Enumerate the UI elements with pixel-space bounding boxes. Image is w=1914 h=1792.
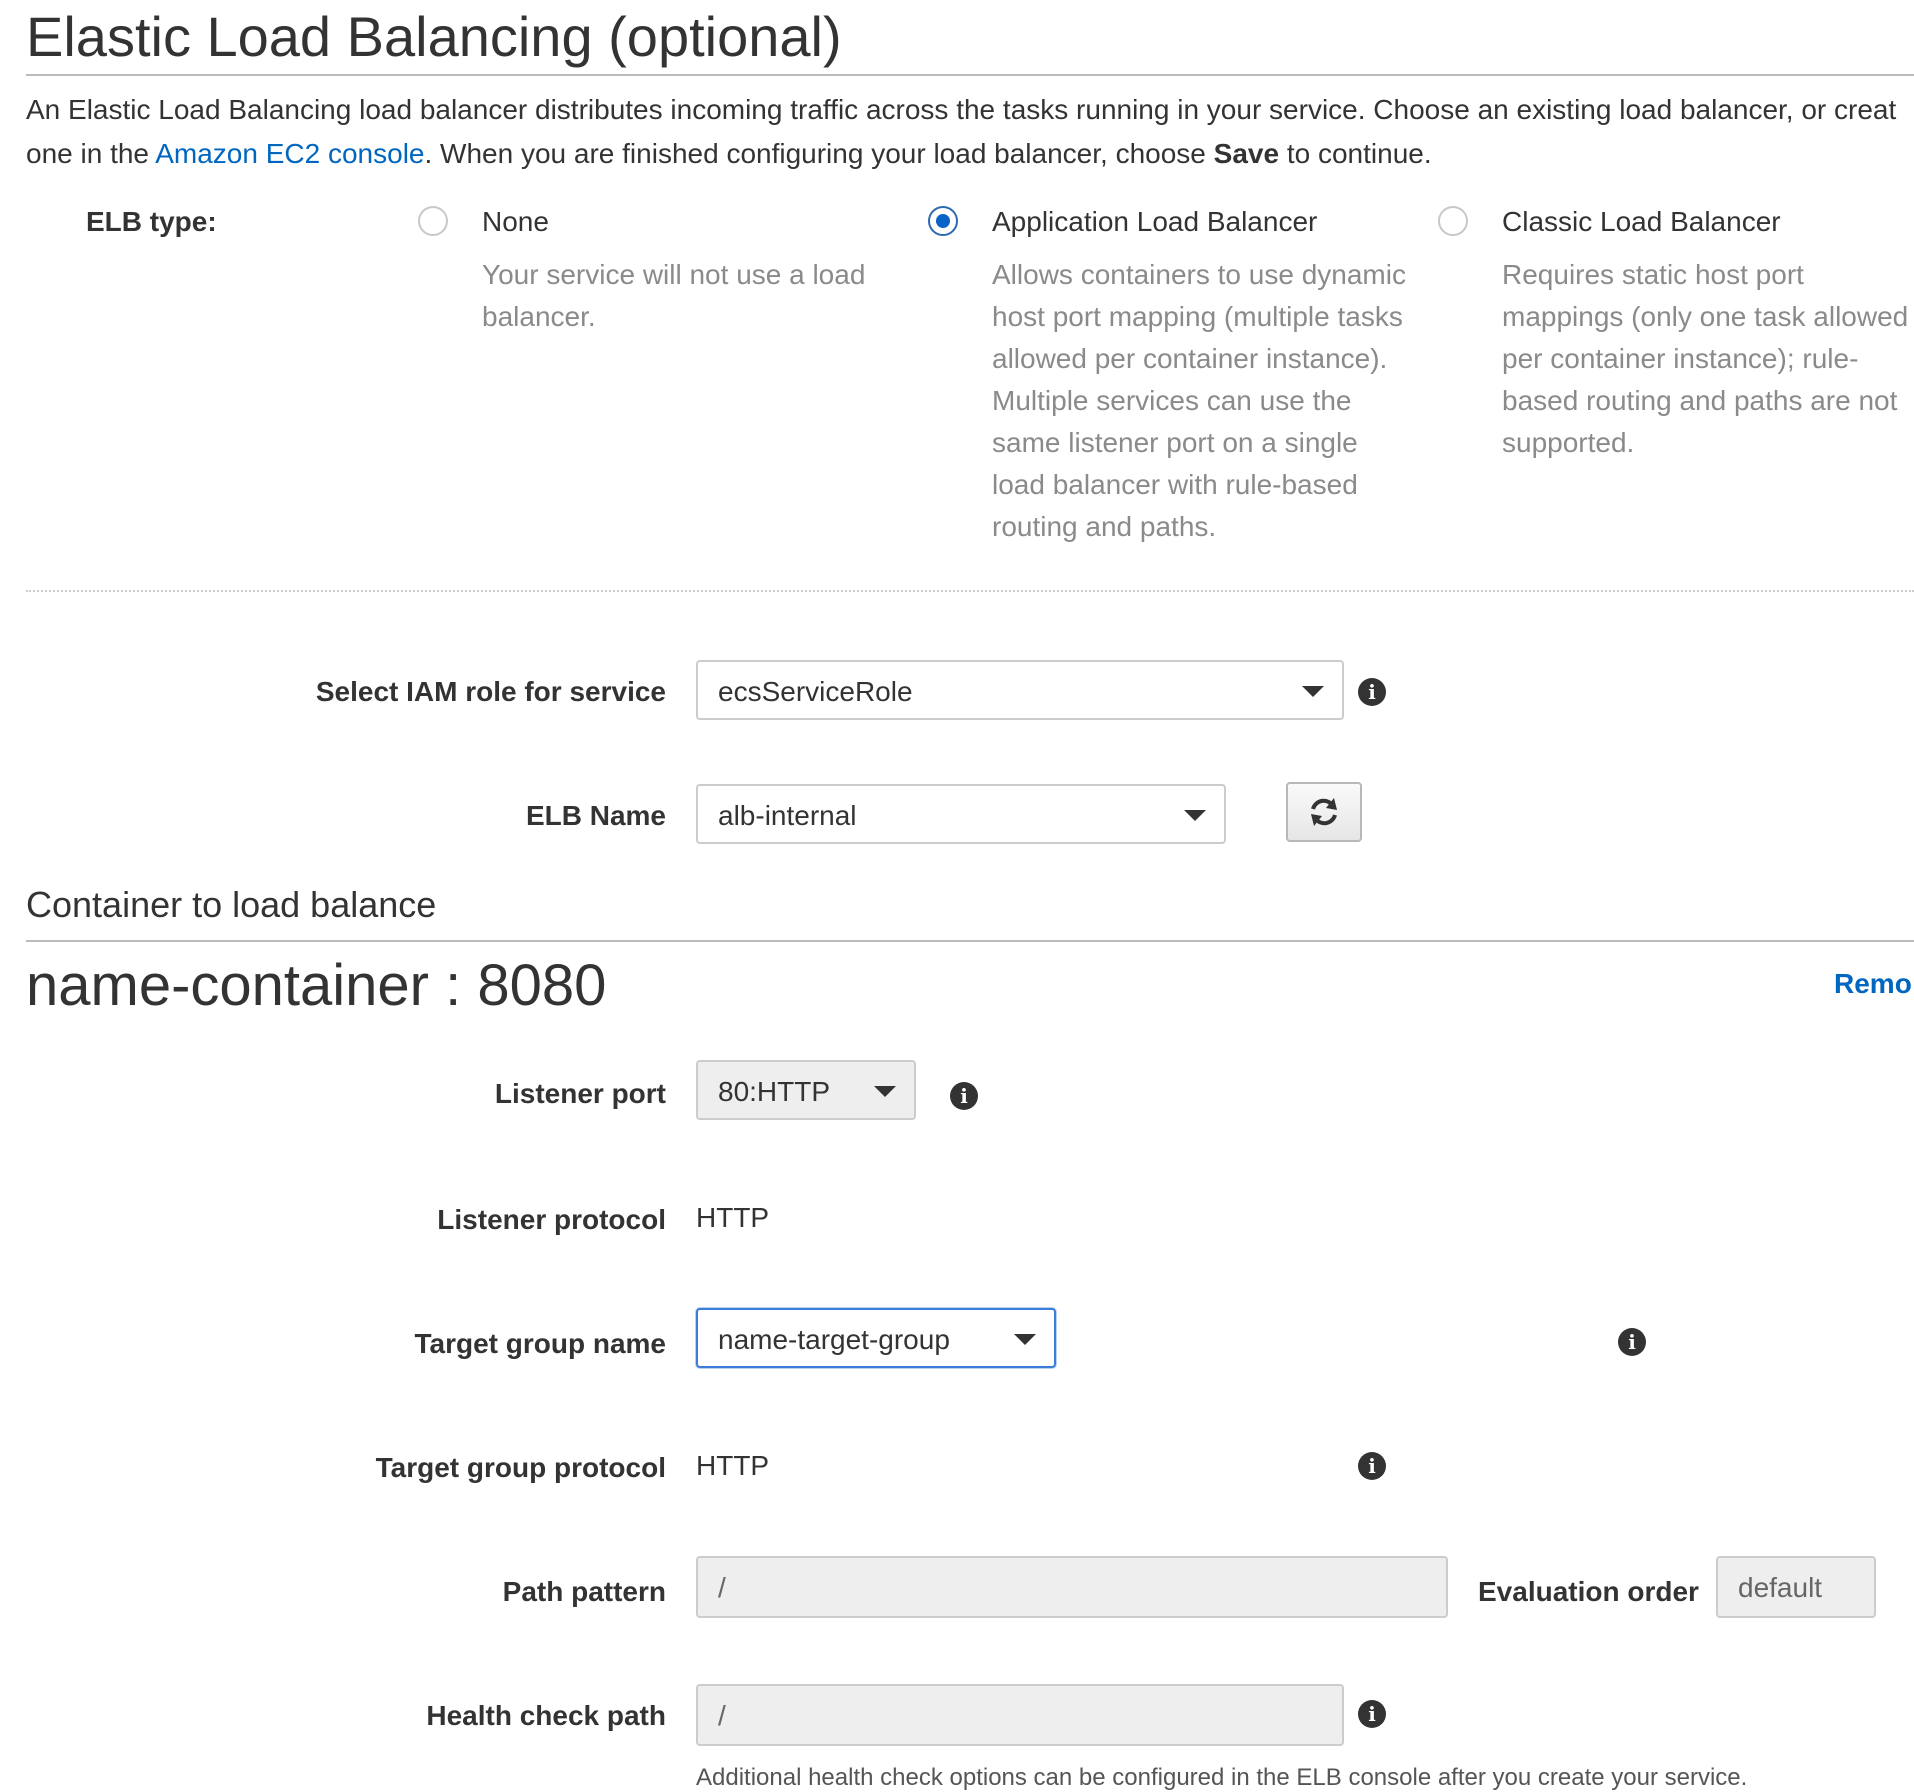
title-divider: [26, 74, 1914, 76]
elb-type-label: ELB type:: [86, 206, 217, 237]
desc-line: per container instance); rule-: [1502, 343, 1859, 374]
desc-line: same listener port on a single: [992, 427, 1358, 458]
listener-port-select[interactable]: 80:HTTP: [696, 1060, 916, 1120]
chevron-down-icon: [874, 1086, 896, 1097]
desc-line: load balancer with rule-based: [992, 469, 1358, 500]
iam-role-label: Select IAM role for service: [315, 676, 666, 707]
chevron-down-icon: [1014, 1334, 1036, 1345]
health-check-path-input[interactable]: /: [696, 1684, 1344, 1746]
elb-name-value: alb-internal: [718, 800, 857, 831]
listener-protocol-value: HTTP: [696, 1202, 770, 1233]
radio-classic-load-balancer[interactable]: [1438, 206, 1468, 236]
desc-line: based routing and paths are not: [1502, 385, 1898, 416]
radio-none[interactable]: [418, 206, 448, 236]
desc-line: supported.: [1502, 427, 1635, 458]
target-group-name-select[interactable]: name-target-group: [696, 1308, 1056, 1368]
info-icon[interactable]: i: [1358, 1452, 1386, 1480]
intro-save-bold: Save: [1213, 138, 1280, 169]
desc-line: mappings (only one task allowed: [1502, 301, 1909, 332]
target-group-protocol-value: HTTP: [696, 1450, 770, 1481]
chevron-down-icon: [1184, 810, 1206, 821]
elb-name-label: ELB Name: [525, 800, 666, 831]
desc-line: balancer.: [482, 301, 596, 332]
elb-name-select[interactable]: alb-internal: [696, 784, 1226, 844]
intro-mid: . When you are finished configuring your…: [424, 138, 1214, 169]
container-title: name-container : 8080: [26, 953, 607, 1018]
target-group-name-value: name-target-group: [718, 1324, 950, 1355]
section-divider: [26, 590, 1914, 592]
target-group-protocol-label: Target group protocol: [375, 1452, 666, 1483]
info-icon[interactable]: i: [1358, 678, 1386, 706]
intro-text: An Elastic Load Balancing load balancer …: [26, 88, 1896, 176]
info-icon[interactable]: i: [950, 1082, 978, 1110]
desc-line: Requires static host port: [1502, 259, 1804, 290]
iam-role-value: ecsServiceRole: [718, 676, 913, 707]
option-alb-title: Application Load Balancer: [992, 206, 1318, 237]
remove-link[interactable]: Remo: [1834, 968, 1914, 1000]
path-pattern-label: Path pattern: [502, 1576, 666, 1607]
section-title: Container to load balance: [26, 884, 437, 925]
health-check-path-label: Health check path: [426, 1700, 666, 1731]
listener-port-label: Listener port: [494, 1078, 666, 1109]
iam-role-select[interactable]: ecsServiceRole: [696, 660, 1344, 720]
health-check-path-value: /: [718, 1700, 726, 1731]
target-group-name-label: Target group name: [414, 1328, 666, 1359]
option-classic-desc: Requires static host port mappings (only…: [1502, 254, 1914, 464]
desc-line: Allows containers to use dynamic: [992, 259, 1406, 290]
evaluation-order-value: default: [1738, 1572, 1823, 1603]
desc-line: routing and paths.: [992, 511, 1217, 542]
intro-line-1: An Elastic Load Balancing load balancer …: [26, 94, 1897, 125]
option-none-desc: Your service will not use a load balance…: [482, 254, 902, 338]
option-classic-title: Classic Load Balancer: [1502, 206, 1781, 237]
radio-application-load-balancer[interactable]: [928, 206, 958, 236]
desc-line: Multiple services can use the: [992, 385, 1352, 416]
ec2-console-link[interactable]: Amazon EC2 console: [155, 138, 424, 169]
section-title-divider: [26, 940, 1914, 942]
intro-prefix: one in the: [26, 138, 156, 169]
refresh-button[interactable]: [1286, 782, 1362, 842]
refresh-icon: [1311, 798, 1337, 826]
option-alb-desc: Allows containers to use dynamic host po…: [992, 254, 1452, 548]
health-check-hint: Additional health check options can be c…: [696, 1764, 1748, 1791]
chevron-down-icon: [1302, 686, 1324, 697]
listener-protocol-label: Listener protocol: [437, 1204, 666, 1235]
desc-line: allowed per container instance).: [992, 343, 1388, 374]
desc-line: Your service will not use a load: [482, 259, 866, 290]
evaluation-order-input[interactable]: default: [1716, 1556, 1876, 1618]
evaluation-order-label: Evaluation order: [1478, 1576, 1699, 1607]
listener-port-value: 80:HTTP: [718, 1076, 831, 1107]
page-title: Elastic Load Balancing (optional): [26, 5, 842, 68]
info-icon[interactable]: i: [1618, 1328, 1646, 1356]
path-pattern-value: /: [718, 1572, 726, 1603]
intro-line-2: one in the Amazon EC2 console. When you …: [26, 132, 1896, 176]
info-icon[interactable]: i: [1358, 1700, 1386, 1728]
intro-suffix: to continue.: [1279, 138, 1432, 169]
desc-line: host port mapping (multiple tasks: [992, 301, 1403, 332]
option-none-title: None: [482, 206, 549, 237]
path-pattern-input[interactable]: /: [696, 1556, 1448, 1618]
